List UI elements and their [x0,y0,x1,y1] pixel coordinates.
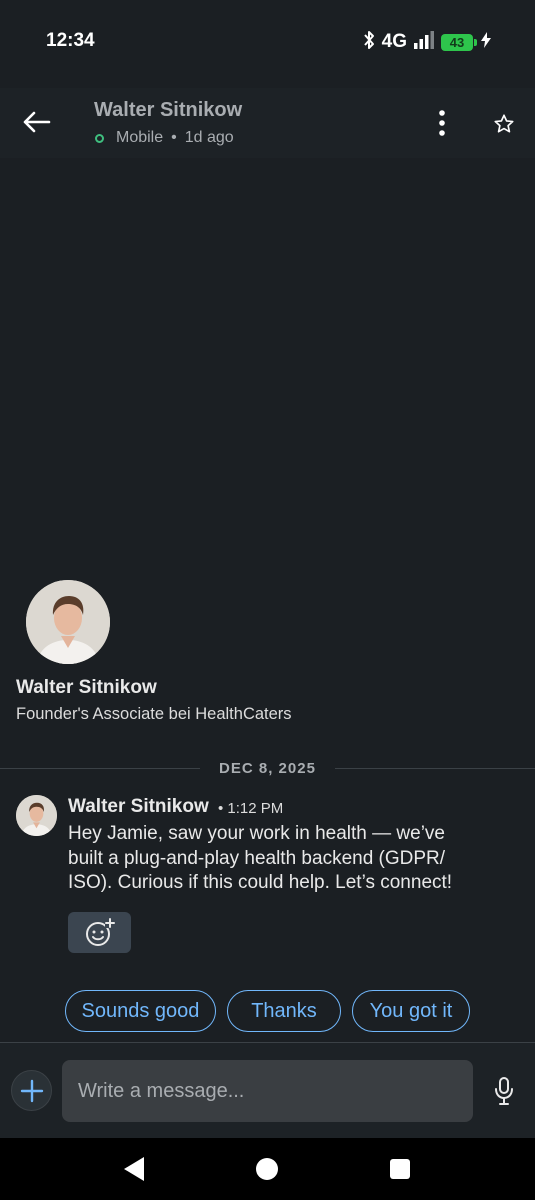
conversation-header: Walter Sitnikow Mobile • 1d ago [0,88,535,158]
status-time: 12:34 [46,30,95,51]
nav-recents-icon[interactable] [390,1159,410,1179]
emoji-add-icon [85,917,115,946]
quick-reply-thanks[interactable]: Thanks [227,990,341,1032]
date-divider: DEC 8, 2025 [0,758,535,780]
nav-back-icon[interactable] [122,1156,146,1182]
nav-home-icon[interactable] [256,1158,278,1180]
message-timestamp: 1:12 PM [227,800,284,817]
bluetooth-icon [362,30,376,55]
back-button[interactable] [18,102,54,142]
status-icons: 4G 43 [362,30,491,54]
microphone-icon [495,1077,513,1105]
charging-icon [481,31,491,53]
more-vertical-icon [439,110,445,136]
message-time: • 1:12 PM [218,800,284,817]
message-line: Hey Jamie, saw your work in health — we’… [68,823,445,844]
sender-avatar[interactable] [16,795,57,836]
online-indicator-icon [95,133,104,143]
profile-headline: Founder's Associate bei HealthCaters [16,705,292,723]
add-reaction-button[interactable] [68,912,131,953]
signal-icon [413,30,435,54]
date-label: DEC 8, 2025 [219,760,316,777]
more-options-button[interactable] [428,106,456,140]
presence-label: Mobile [116,129,164,146]
network-label: 4G [381,31,407,52]
message-sender[interactable]: Walter Sitnikow [68,796,209,818]
message-composer [0,1043,535,1138]
message-input[interactable] [62,1060,473,1122]
profile-avatar[interactable] [26,580,110,664]
star-icon [494,114,514,133]
star-button[interactable] [488,108,520,140]
contact-name[interactable]: Walter Sitnikow [94,99,242,122]
system-navigation-bar [0,1138,535,1200]
divider-line [0,768,200,769]
message-line: built a plug-and-play health backend (GD… [68,847,446,869]
presence-status: Mobile • 1d ago [94,129,234,147]
quick-reply-you-got-it[interactable]: You got it [352,990,470,1032]
separator-dot: • [171,129,177,146]
profile-name[interactable]: Walter Sitnikow [16,677,157,699]
battery-icon: 43 [441,33,477,51]
status-bar: 12:34 4G 43 [0,0,535,88]
message-line: ISO). Curious if this could help. Let’s … [68,872,453,893]
divider-line [335,768,535,769]
voice-message-button[interactable] [490,1075,518,1107]
attach-button[interactable] [11,1070,52,1111]
quick-reply-sounds-good[interactable]: Sounds good [65,990,216,1032]
back-arrow-icon [23,111,51,133]
last-seen: 1d ago [184,129,234,146]
plus-icon [20,1079,43,1102]
message-body: Hey Jamie, saw your work in health — we’… [68,822,508,896]
